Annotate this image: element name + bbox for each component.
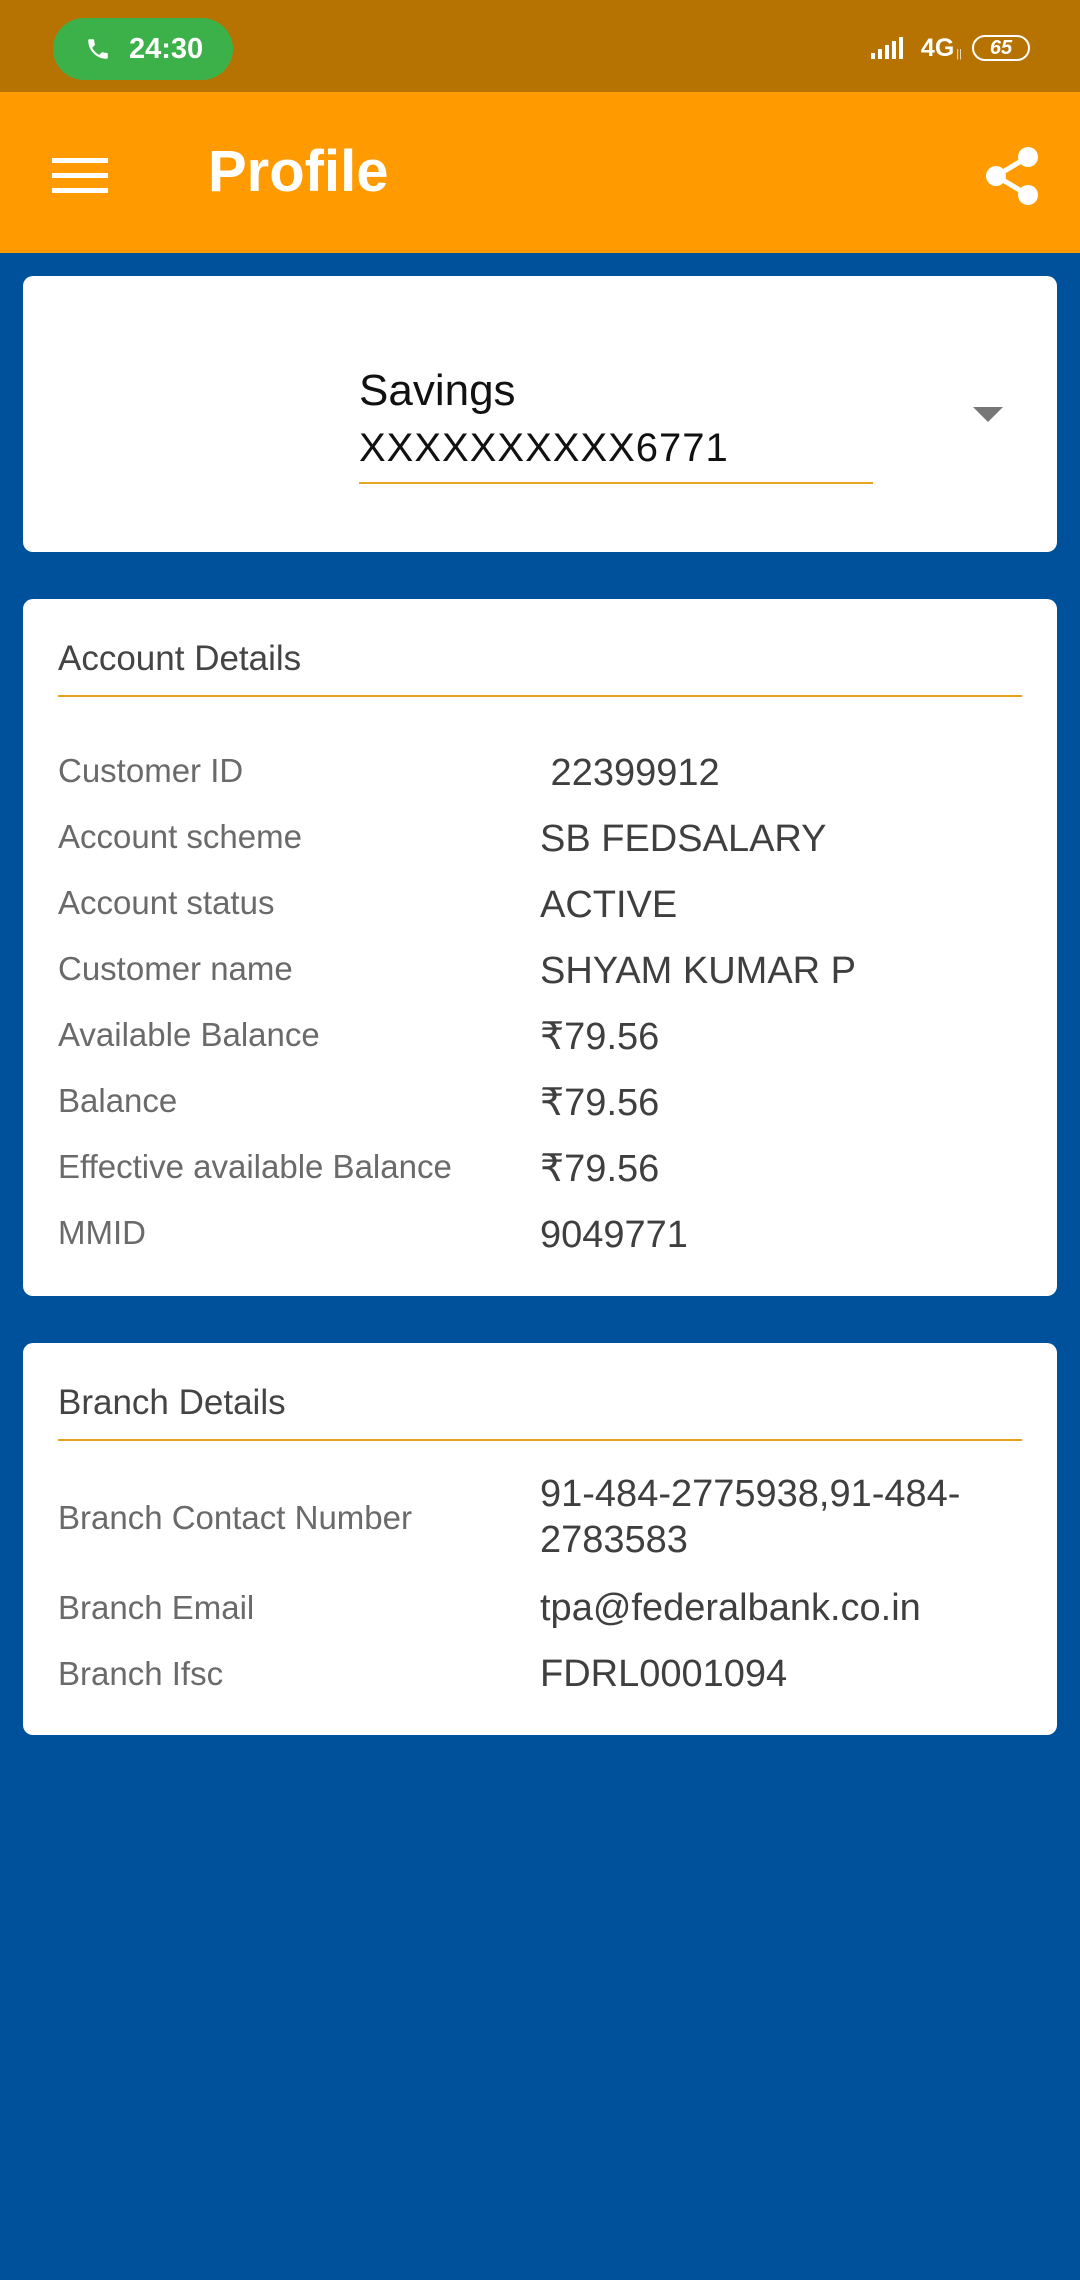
signal-icon bbox=[870, 37, 903, 59]
status-bar: 24:30 4G || 65 bbox=[0, 0, 1080, 92]
branch-contact-label: Branch Contact Number bbox=[58, 1499, 412, 1536]
customer-id-value: 22399912 bbox=[540, 752, 720, 794]
effective-balance-value: ₹79.56 bbox=[540, 1148, 660, 1190]
share-button[interactable] bbox=[972, 136, 1052, 216]
branch-contact-value[interactable]: 91-484-2775938,91-484- 2783583 bbox=[540, 1471, 960, 1563]
branch-email-label: Branch Email bbox=[58, 1589, 255, 1626]
mmid-value: 9049771 bbox=[540, 1214, 688, 1256]
branch-ifsc-label: Branch Ifsc bbox=[58, 1655, 224, 1692]
menu-button[interactable] bbox=[40, 136, 120, 216]
account-details-divider bbox=[58, 695, 1022, 697]
branch-details-card: Branch Details Branch Contact Number 91-… bbox=[23, 1343, 1057, 1735]
account-scheme-label: Account scheme bbox=[58, 818, 302, 855]
account-scheme-value: SB FEDSALARY bbox=[540, 818, 827, 860]
available-balance-label: Available Balance bbox=[58, 1016, 320, 1053]
page-title: Profile bbox=[208, 139, 389, 204]
battery-icon: 65 bbox=[972, 35, 1030, 61]
account-selector-card[interactable]: Savings XXXXXXXXXX6771 bbox=[23, 276, 1057, 552]
account-details-title: Account Details bbox=[58, 639, 302, 678]
account-status-label: Account status bbox=[58, 884, 275, 921]
customer-name-label: Customer name bbox=[58, 950, 293, 987]
account-selector-underline bbox=[359, 482, 873, 484]
customer-id-label: Customer ID bbox=[58, 752, 244, 789]
share-icon bbox=[986, 147, 1038, 205]
phone-icon bbox=[88, 39, 108, 59]
mmid-label: MMID bbox=[58, 1214, 146, 1251]
balance-label: Balance bbox=[58, 1082, 178, 1119]
branch-email-value[interactable]: tpa@federalbank.co.in bbox=[540, 1585, 921, 1631]
network-activity-icon: || bbox=[956, 48, 962, 60]
account-status-value: ACTIVE bbox=[540, 884, 678, 926]
account-details-card: Account Details Customer ID 22399912 Acc… bbox=[23, 599, 1057, 1296]
account-number: XXXXXXXXXX6771 bbox=[359, 426, 729, 470]
hamburger-menu-icon bbox=[52, 158, 108, 193]
battery-level: 65 bbox=[989, 36, 1013, 59]
branch-contact-value-line1: 91-484-2775938,91-484- bbox=[540, 1473, 961, 1515]
call-duration: 24:30 bbox=[129, 32, 204, 65]
branch-ifsc-value: FDRL0001094 bbox=[540, 1653, 788, 1695]
status-indicators: 4G || 65 bbox=[870, 30, 1030, 66]
network-type: 4G bbox=[920, 33, 955, 62]
branch-details-title: Branch Details bbox=[58, 1383, 286, 1422]
ongoing-call-pill[interactable]: 24:30 bbox=[53, 18, 233, 80]
branch-contact-value-line2: 2783583 bbox=[540, 1519, 688, 1561]
app-bar: Profile bbox=[0, 92, 1080, 253]
balance-value: ₹79.56 bbox=[540, 1082, 660, 1124]
customer-name-value: SHYAM KUMAR P bbox=[540, 950, 857, 992]
dropdown-arrow-icon[interactable] bbox=[973, 407, 1003, 422]
account-type: Savings bbox=[359, 366, 516, 415]
effective-balance-label: Effective available Balance bbox=[58, 1148, 452, 1185]
available-balance-value: ₹79.56 bbox=[540, 1016, 660, 1058]
branch-details-divider bbox=[58, 1439, 1022, 1441]
